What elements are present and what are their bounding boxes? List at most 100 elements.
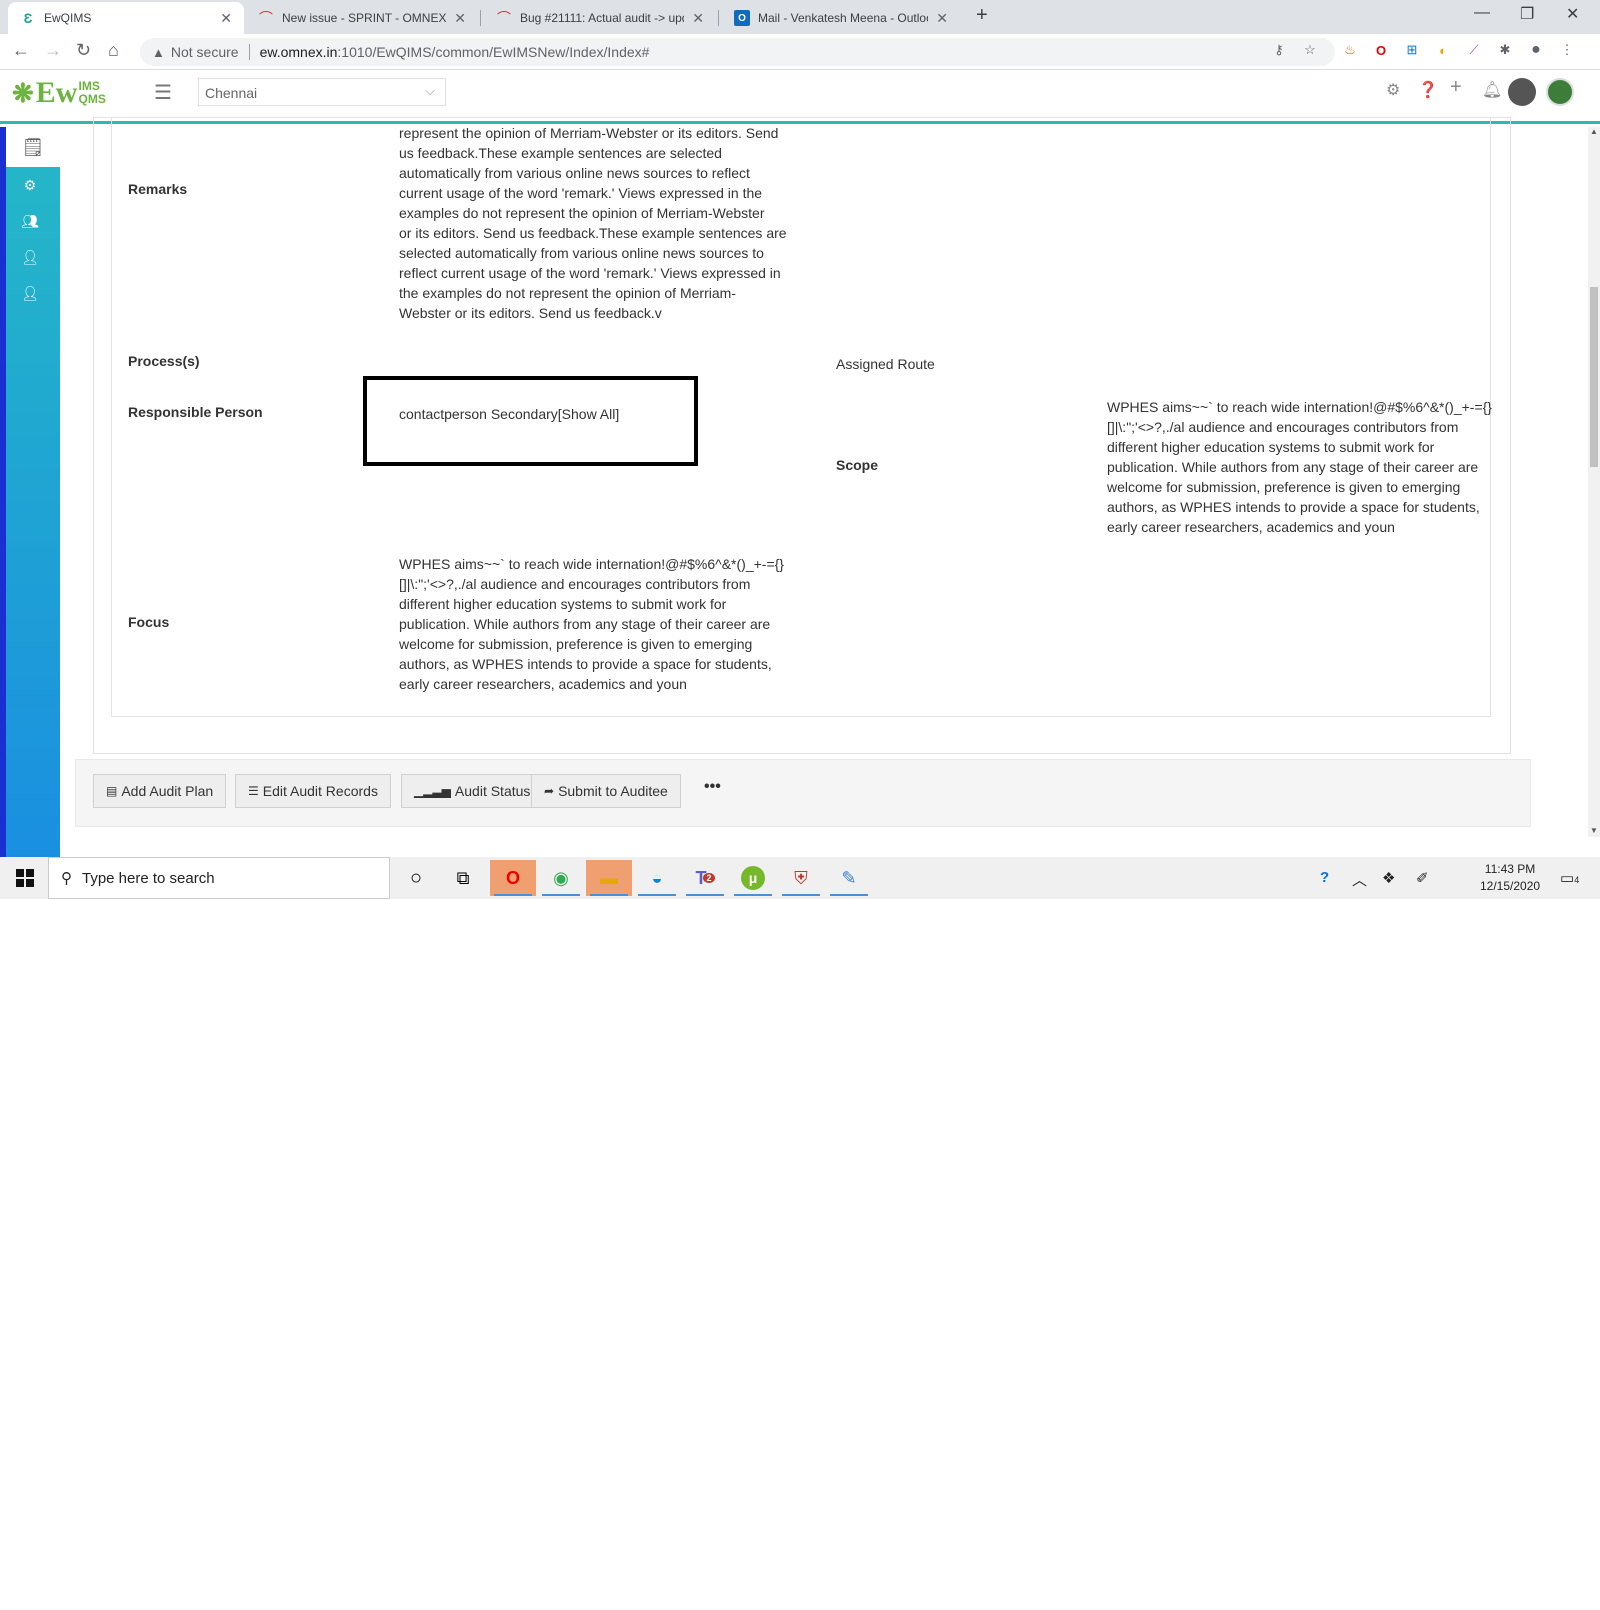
audit-status-button[interactable]: ▁▂▃▅ Audit Status: [401, 774, 544, 808]
forward-icon[interactable]: →: [44, 40, 62, 61]
scroll-up-icon[interactable]: ▲: [1590, 127, 1598, 136]
focus-line: []|\:";'<>?,./al audience and encourages…: [399, 576, 751, 592]
sidebar-item-audit[interactable]: 🗒︎: [6, 127, 60, 167]
task-view-icon[interactable]: ⧉: [440, 860, 486, 896]
utorrent-glyph: μ: [741, 866, 765, 890]
scope-value: WPHES aims~~` to reach wide internation!…: [1107, 397, 1507, 537]
scroll-down-icon[interactable]: ▼: [1590, 826, 1598, 835]
restore-icon[interactable]: ❐: [1520, 4, 1534, 24]
calendar-icon: ▤: [106, 784, 118, 798]
redmine-favicon-icon: ⌒: [259, 10, 273, 26]
windows-extension-icon[interactable]: ⊞: [1403, 41, 1421, 59]
vertical-scrollbar[interactable]: ▲ ▼: [1588, 127, 1600, 837]
tab-bug[interactable]: ⌒ Bug #21111: Actual audit -> upd ✕: [484, 2, 716, 34]
key-icon[interactable]: ⚷: [1270, 41, 1288, 59]
add-audit-plan-button[interactable]: ▤ Add Audit Plan: [93, 774, 227, 808]
minimize-icon[interactable]: —: [1474, 4, 1490, 22]
taskbar-search[interactable]: ⚲ Type here to search: [48, 857, 390, 899]
file-explorer-icon[interactable]: ▬: [586, 860, 632, 896]
notification-count: 4: [1574, 875, 1580, 885]
teams-taskbar-icon[interactable]: T2: [682, 860, 728, 896]
bell-icon[interactable]: 🔔︎: [1482, 80, 1502, 100]
scope-line: WPHES aims~~` to reach wide internation!…: [1107, 399, 1492, 415]
tab-new-issue[interactable]: ⌒ New issue - SPRINT - OMNEX ISS ✕: [246, 2, 478, 34]
system-clock[interactable]: 11:43 PM 12/15/2020: [1480, 861, 1540, 895]
url-path: :1010/EwQIMS/common/EwIMSNew/Index/Index…: [337, 44, 650, 60]
opera-extension-icon[interactable]: O: [1372, 41, 1390, 59]
close-tab-icon[interactable]: ✕: [692, 10, 704, 27]
back-icon[interactable]: ←: [12, 40, 30, 61]
tab-ewqims[interactable]: Ɛ EwQIMS ✕: [8, 2, 244, 34]
scope-line: different higher education systems to su…: [1107, 439, 1435, 455]
responsible-person-value: contactperson Secondary[Show All]: [399, 404, 619, 424]
remarks-line: current usage of the word 'remark.' View…: [399, 185, 763, 201]
star-icon[interactable]: ☆: [1301, 41, 1319, 59]
pen-tray-icon[interactable]: ✐: [1416, 869, 1429, 887]
show-all-link[interactable]: [Show All]: [558, 406, 619, 422]
ewqims-logo[interactable]: ❋ Ew IMS QMS: [12, 76, 106, 110]
dropbox-icon[interactable]: ❖: [1382, 869, 1395, 887]
chevron-up-icon[interactable]: ︿: [1352, 869, 1367, 890]
edit-audit-records-button[interactable]: ☰ Edit Audit Records: [235, 774, 391, 808]
ewqims-favicon-icon: Ɛ: [23, 10, 33, 26]
pen-extension-icon[interactable]: ⟋: [1465, 41, 1483, 59]
paint-app-icon[interactable]: ✎: [826, 860, 872, 896]
opera-taskbar-icon[interactable]: O: [490, 860, 536, 896]
close-tab-icon[interactable]: ✕: [220, 10, 232, 27]
help-tray-icon[interactable]: ?: [1320, 869, 1329, 886]
address-bar[interactable]: ▲ Not secure ew.omnex.in:1010/EwQIMS/com…: [140, 38, 1335, 66]
logo-main: Ew: [35, 76, 78, 109]
help-icon[interactable]: ❓: [1418, 80, 1438, 100]
gear-icon[interactable]: ⚙: [1386, 80, 1400, 100]
scroll-thumb[interactable]: [1590, 287, 1598, 467]
close-tab-icon[interactable]: ✕: [936, 10, 948, 27]
location-select[interactable]: Chennai ⌵: [198, 78, 446, 106]
focus-line: publication. While authors from any stag…: [399, 616, 771, 632]
remarks-line: Webster or its editors. Send us feedback…: [399, 305, 662, 321]
utorrent-taskbar-icon[interactable]: μ: [730, 860, 776, 896]
home-icon[interactable]: ⌂: [108, 40, 119, 61]
responsible-person-label: Responsible Person: [128, 404, 263, 420]
windows-start-icon[interactable]: [16, 869, 34, 887]
assigned-route-label: Assigned Route: [836, 356, 935, 372]
user-avatar[interactable]: [1508, 78, 1536, 106]
button-label: Edit Audit Records: [262, 783, 378, 799]
search-icon: ⚲: [61, 870, 72, 887]
remarks-line: automatically from various online news s…: [399, 165, 750, 181]
close-tab-icon[interactable]: ✕: [454, 10, 466, 27]
sidebar-user-check-icon[interactable]: 👤︎: [18, 285, 42, 305]
remarks-value: represent the opinion of Merriam-Webster…: [399, 123, 799, 323]
edge-taskbar-icon[interactable]: ◒: [634, 860, 680, 896]
hamburger-menu-icon[interactable]: ☰: [154, 80, 172, 105]
cortana-icon[interactable]: ○: [393, 860, 439, 896]
tab-separator: [480, 10, 481, 26]
submit-to-auditee-button[interactable]: ➦ Submit to Auditee: [531, 774, 681, 808]
logo-bottom: QMS: [78, 92, 106, 106]
org-avatar[interactable]: [1546, 78, 1574, 106]
windows-taskbar: ⚲ Type here to search ○ ⧉ O ◉ ▬ ◒ T2 μ ⛨…: [0, 857, 1600, 899]
sidebar-settings-icon[interactable]: ⚙: [18, 177, 42, 197]
location-value: Chennai: [205, 85, 258, 101]
close-window-icon[interactable]: ✕: [1566, 4, 1579, 24]
puzzle-icon[interactable]: ✱: [1496, 41, 1514, 59]
button-label: Audit Status: [454, 783, 531, 799]
plus-icon[interactable]: +: [1450, 76, 1462, 99]
notification-center-icon[interactable]: ▭4: [1560, 869, 1579, 887]
new-tab-icon[interactable]: +: [976, 4, 988, 27]
reload-icon[interactable]: ↻: [76, 40, 91, 61]
fire-extension-icon[interactable]: ♨: [1341, 41, 1359, 59]
sidebar-user-settings-icon[interactable]: 👤︎: [18, 249, 42, 269]
more-options-icon[interactable]: •••: [704, 778, 721, 796]
sidebar-edge: [0, 127, 6, 857]
colorful-extension-icon[interactable]: ◐: [1434, 41, 1452, 59]
sidebar-group-icon[interactable]: 👥︎: [18, 213, 42, 233]
scope-line: []|\:";'<>?,./al audience and encourages…: [1107, 419, 1459, 435]
chrome-taskbar-icon[interactable]: ◉: [538, 860, 584, 896]
menu-dots-icon[interactable]: ⋮: [1558, 41, 1576, 59]
list-edit-icon: ☰: [248, 784, 259, 798]
action-bar: ▤ Add Audit Plan ☰ Edit Audit Records ▁▂▃▅…: [75, 759, 1531, 827]
shield-app-icon[interactable]: ⛨: [778, 860, 824, 896]
remarks-line: selected automatically from various onli…: [399, 245, 764, 261]
tab-mail[interactable]: O Mail - Venkatesh Meena - Outloo ✕: [722, 2, 960, 34]
profile-icon[interactable]: ●: [1527, 41, 1545, 59]
